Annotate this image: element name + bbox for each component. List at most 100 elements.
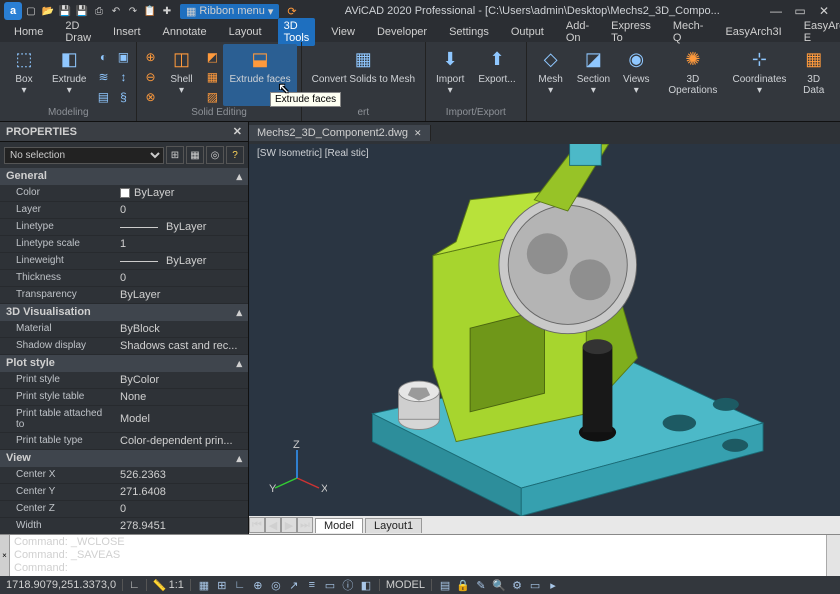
union-icon[interactable]: ⊕ (141, 48, 159, 66)
qat-open-icon[interactable]: 📂 (41, 4, 55, 18)
menu-developer[interactable]: Developer (371, 24, 433, 40)
status-anno-icon[interactable]: ✎ (474, 578, 488, 592)
prop-row-print-style[interactable]: Print styleByColor (0, 372, 248, 389)
prop-row-transparency[interactable]: TransparencyByLayer (0, 287, 248, 304)
quick-select-icon[interactable]: ◎ (206, 146, 224, 164)
close-button[interactable]: ✕ (816, 3, 832, 19)
help-icon[interactable]: ? (226, 146, 244, 164)
command-prompt[interactable]: Command: (14, 562, 822, 575)
qp-toggle-icon[interactable]: ⓘ (341, 578, 355, 592)
otrack-toggle-icon[interactable]: ↗ (287, 578, 301, 592)
views-button[interactable]: ◉Views▾ (616, 44, 656, 106)
status-expand-icon[interactable]: ▸ (546, 578, 560, 592)
prop-row-lineweight[interactable]: LineweightByLayer (0, 253, 248, 270)
prop-row-layer[interactable]: Layer0 (0, 202, 248, 219)
status-scale[interactable]: 📏 1:1 (153, 579, 184, 592)
prop-row-center-x[interactable]: Center X526.2363 (0, 467, 248, 484)
selection-dropdown[interactable]: No selection (4, 147, 164, 164)
ortho-toggle-icon[interactable]: ∟ (233, 578, 247, 592)
menu-view[interactable]: View (325, 24, 361, 40)
layout-next-icon[interactable]: ▶ (281, 517, 297, 533)
revolve-icon[interactable]: ◐ (94, 48, 112, 66)
prop-group-general[interactable]: General▴ (0, 168, 248, 185)
prop-row-print-style-table[interactable]: Print style tableNone (0, 389, 248, 406)
properties-header[interactable]: PROPERTIES ✕ (0, 122, 248, 142)
intersect-icon[interactable]: ⊗ (141, 88, 159, 106)
qat-redo-icon[interactable]: ↷ (126, 4, 140, 18)
prop-row-material[interactable]: MaterialByBlock (0, 321, 248, 338)
menu-annotate[interactable]: Annotate (157, 24, 213, 40)
sweep-icon[interactable]: ≋ (94, 68, 112, 86)
status-coordinates[interactable]: 1718.9079,251.3373,0 (6, 579, 116, 591)
prop-row-color[interactable]: ColorByLayer (0, 185, 248, 202)
layout-first-icon[interactable]: ⏮ (249, 517, 265, 533)
export-button[interactable]: ⬆Export... (472, 44, 521, 106)
prop-row-width[interactable]: Width278.9451 (0, 518, 248, 534)
qat-undo-icon[interactable]: ↶ (109, 4, 123, 18)
section-button[interactable]: ◪Section▾ (573, 44, 615, 106)
toggle-pick-icon[interactable]: ⊞ (166, 146, 184, 164)
prop-row-linetype[interactable]: LinetypeByLayer (0, 219, 248, 236)
qat-match-icon[interactable]: ✚ (160, 4, 174, 18)
status-lock-icon[interactable]: 🔒 (456, 578, 470, 592)
layout-tab-layout1[interactable]: Layout1 (365, 518, 422, 533)
polysolid-icon[interactable]: ▣ (114, 48, 132, 66)
grid-toggle-icon[interactable]: ⊞ (215, 578, 229, 592)
qat-saveall-icon[interactable]: 💾 (75, 4, 89, 18)
properties-close-icon[interactable]: ✕ (233, 125, 242, 138)
status-workspace-icon[interactable]: ⚙ (510, 578, 524, 592)
prop-row-print-table-attached-to[interactable]: Print table attached toModel (0, 406, 248, 433)
prop-row-shadow-display[interactable]: Shadow displayShadows cast and rec... (0, 338, 248, 355)
document-tab-close-icon[interactable]: ✕ (414, 128, 422, 139)
prop-row-center-z[interactable]: Center Z0 (0, 501, 248, 518)
subtract-icon[interactable]: ⊖ (141, 68, 159, 86)
3d-operations-button[interactable]: ✺3D Operations (658, 44, 727, 106)
imprint-icon[interactable]: ▨ (203, 88, 221, 106)
sc-toggle-icon[interactable]: ◧ (359, 578, 373, 592)
select-objects-icon[interactable]: ▦ (186, 146, 204, 164)
slice-icon[interactable]: ◩ (203, 48, 221, 66)
refresh-icon[interactable]: ⟳ (287, 5, 296, 18)
qat-print-icon[interactable]: ⎙ (92, 4, 106, 18)
qat-save-icon[interactable]: 💾 (58, 4, 72, 18)
qat-new-icon[interactable]: ▢ (24, 4, 38, 18)
qat-paste-icon[interactable]: 📋 (143, 4, 157, 18)
extrude-button[interactable]: ◧Extrude▾ (46, 44, 92, 106)
status-esnap-icon[interactable]: ∟ (129, 579, 140, 591)
command-dock-grip-icon[interactable]: × (0, 535, 10, 576)
thicken-icon[interactable]: ▦ (203, 68, 221, 86)
prop-group-plot-style[interactable]: Plot style▴ (0, 355, 248, 372)
document-tab[interactable]: Mechs2_3D_Component2.dwg ✕ (249, 125, 431, 141)
status-zoom-icon[interactable]: 🔍 (492, 578, 506, 592)
box-button[interactable]: ⬚Box▾ (4, 44, 44, 106)
prop-group-3d-visualisation[interactable]: 3D Visualisation▴ (0, 304, 248, 321)
viewport-3d[interactable]: Mechs2_3D_Component2.dwg ✕ [SW Isometric… (249, 122, 840, 534)
prop-group-view[interactable]: View▴ (0, 450, 248, 467)
menu-insert[interactable]: Insert (107, 24, 147, 40)
maximize-button[interactable]: ▭ (792, 3, 808, 19)
app-logo-icon[interactable]: a (4, 2, 22, 20)
dyn-toggle-icon[interactable]: ▭ (323, 578, 337, 592)
coordinates-button[interactable]: ⊹Coordinates▾ (730, 44, 790, 106)
status-model-label[interactable]: MODEL (386, 579, 425, 591)
minimize-button[interactable]: — (768, 3, 784, 19)
command-history[interactable]: Command: _WCLOSE Command: _SAVEAS Comman… (10, 535, 826, 576)
command-scrollbar[interactable] (826, 535, 840, 576)
prop-row-center-y[interactable]: Center Y271.6408 (0, 484, 248, 501)
menu-easyarch3i[interactable]: EasyArch3I (719, 24, 787, 40)
menu-home[interactable]: Home (8, 24, 49, 40)
lwt-toggle-icon[interactable]: ≡ (305, 578, 319, 592)
snap-toggle-icon[interactable]: ▦ (197, 578, 211, 592)
mesh-button[interactable]: ◇Mesh▾ (531, 44, 571, 106)
helix-icon[interactable]: § (114, 88, 132, 106)
menu-output[interactable]: Output (505, 24, 550, 40)
prop-row-thickness[interactable]: Thickness0 (0, 270, 248, 287)
presspull-icon[interactable]: ↕ (114, 68, 132, 86)
osnap-toggle-icon[interactable]: ◎ (269, 578, 283, 592)
import-button[interactable]: ⬇Import▾ (430, 44, 470, 106)
layout-prev-icon[interactable]: ◀ (265, 517, 281, 533)
status-tablet-icon[interactable]: ▤ (438, 578, 452, 592)
menu-settings[interactable]: Settings (443, 24, 495, 40)
prop-row-print-table-type[interactable]: Print table typeColor-dependent prin... (0, 433, 248, 450)
3d-data-button[interactable]: ▦3D Data (791, 44, 836, 106)
